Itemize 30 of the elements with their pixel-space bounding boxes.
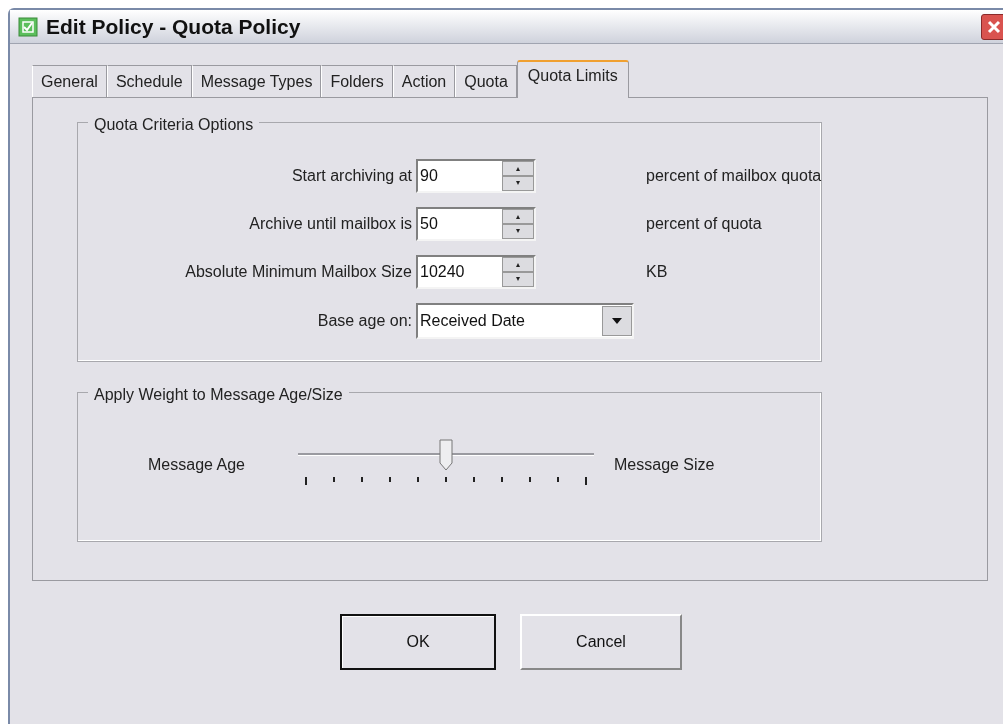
dialog-button[interactable]: OK bbox=[340, 614, 496, 670]
spinner-icon[interactable] bbox=[502, 209, 534, 239]
dropdown[interactable]: Received Date bbox=[416, 303, 634, 339]
tab[interactable]: Quota bbox=[455, 65, 517, 97]
spinner-icon[interactable] bbox=[502, 257, 534, 287]
spin-field[interactable]: 10240 bbox=[416, 255, 536, 289]
unit-label: KB bbox=[645, 262, 669, 282]
field-label: Absolute Minimum Mailbox Size bbox=[184, 262, 413, 282]
field-label: Archive until mailbox is bbox=[248, 214, 413, 234]
dialog-button[interactable]: Cancel bbox=[520, 614, 682, 670]
unit-label: percent of quota bbox=[645, 214, 763, 234]
spinner-icon[interactable] bbox=[502, 161, 534, 191]
unit-label: percent of mailbox quota bbox=[645, 166, 822, 186]
tab[interactable]: Action bbox=[392, 65, 456, 97]
tab[interactable]: Message Types bbox=[191, 65, 322, 97]
field-label: Base age on: bbox=[316, 311, 413, 331]
close-button[interactable] bbox=[981, 13, 1003, 40]
window-title: Edit Policy - Quota Policy bbox=[46, 13, 301, 40]
tab[interactable]: Folders bbox=[321, 65, 393, 97]
field-label: Start archiving at bbox=[290, 166, 413, 186]
slider-label: Message Age bbox=[148, 455, 246, 475]
slider-thumb[interactable] bbox=[439, 439, 453, 471]
checkbox-icon bbox=[18, 16, 38, 37]
spin-field[interactable]: 90 bbox=[416, 159, 536, 193]
slider-label: Message Size bbox=[614, 455, 715, 475]
tab[interactable]: Quota Limits bbox=[516, 60, 629, 98]
close-icon bbox=[986, 18, 1002, 35]
tab[interactable]: Schedule bbox=[106, 65, 192, 97]
spin-field[interactable]: 50 bbox=[416, 207, 536, 241]
tab[interactable]: General bbox=[32, 65, 107, 97]
